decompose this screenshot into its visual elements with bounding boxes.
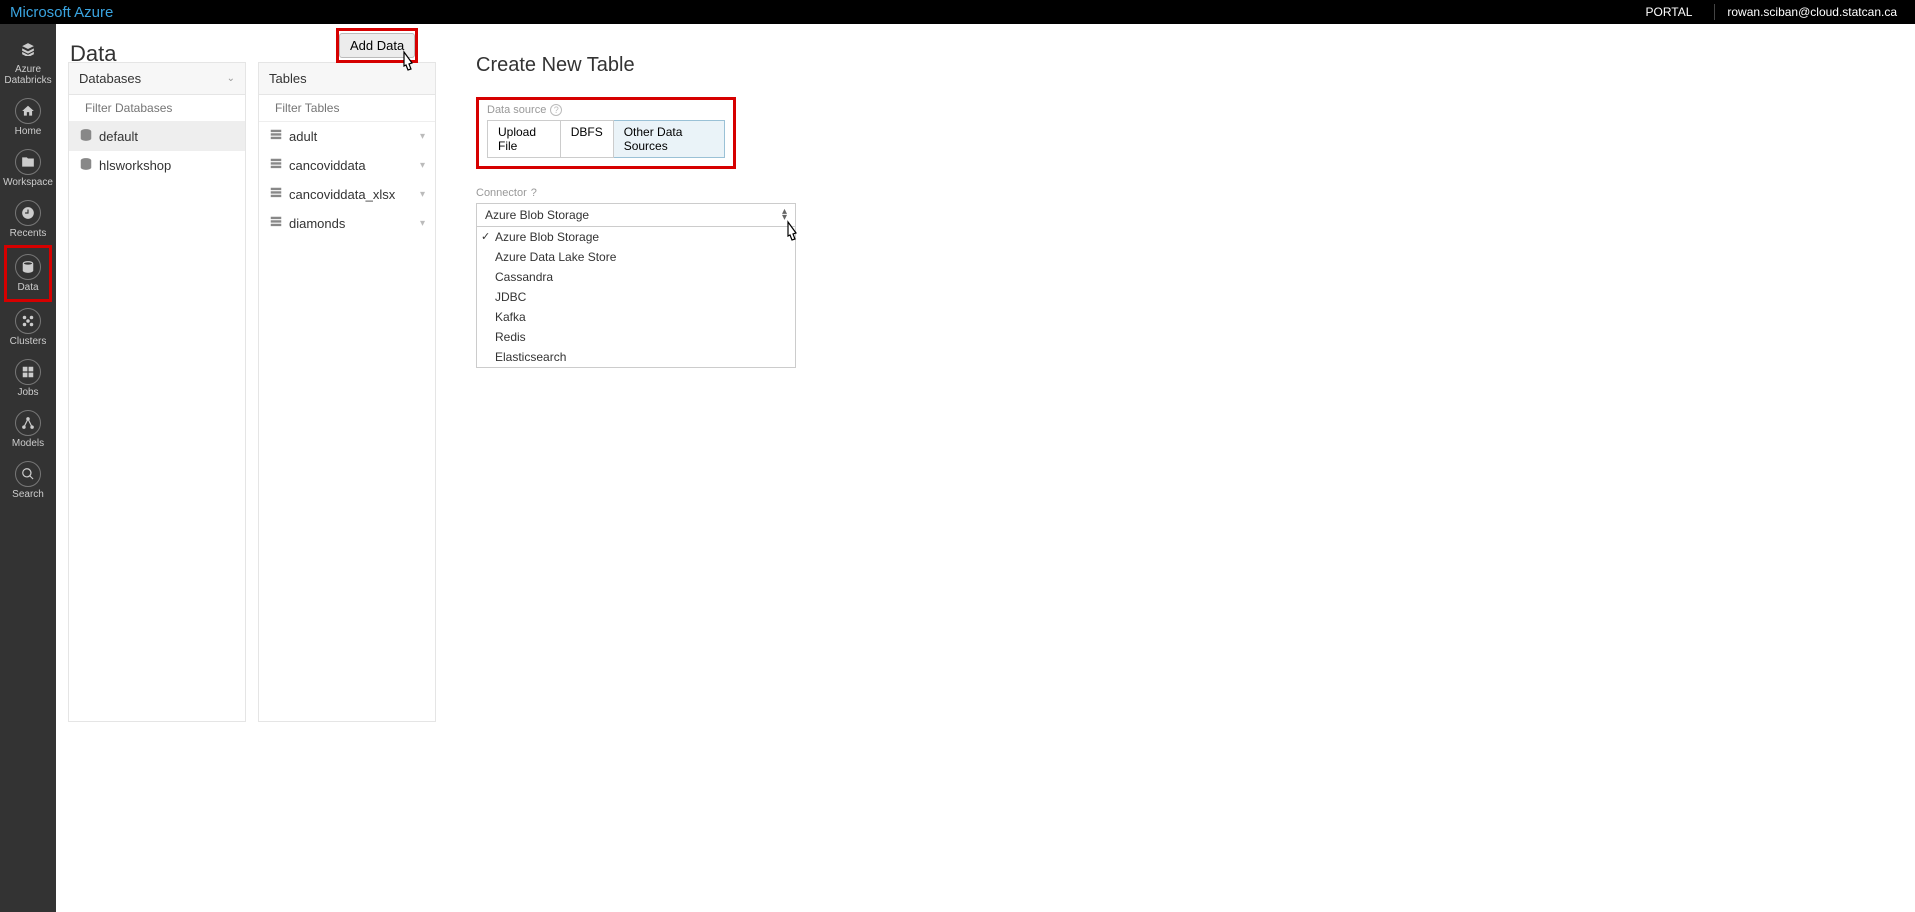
- connector-option[interactable]: Redis: [477, 327, 795, 347]
- tab-dbfs[interactable]: DBFS: [561, 120, 614, 158]
- databases-filter[interactable]: [69, 95, 245, 122]
- nav-label: Models: [12, 438, 44, 449]
- table-icon: [269, 215, 283, 232]
- left-nav: Azure Databricks Home Workspace Recents …: [0, 24, 56, 912]
- database-name: hlsworkshop: [99, 158, 171, 173]
- connector-select[interactable]: Azure Blob Storage ▴▾: [476, 203, 796, 227]
- table-name: adult: [289, 129, 317, 144]
- nav-label: Home: [15, 126, 42, 137]
- data-source-label: Data source ?: [487, 104, 725, 116]
- table-name: diamonds: [289, 216, 345, 231]
- chevron-down-icon[interactable]: ▾: [420, 189, 425, 200]
- connector-option[interactable]: JDBC: [477, 287, 795, 307]
- separator: [1714, 4, 1715, 20]
- nav-label: Workspace: [3, 177, 53, 188]
- nav-label: Data: [17, 282, 38, 293]
- nav-search[interactable]: Search: [4, 455, 52, 506]
- tables-filter-input[interactable]: [275, 101, 430, 115]
- table-name: cancoviddata_xlsx: [289, 187, 395, 202]
- connector-option[interactable]: Azure Data Lake Store: [477, 247, 795, 267]
- page-title: Data: [70, 41, 116, 67]
- database-icon: [15, 254, 41, 280]
- clock-icon: [15, 200, 41, 226]
- databases-filter-input[interactable]: [85, 101, 240, 115]
- connector-option[interactable]: Kafka: [477, 307, 795, 327]
- tables-filter[interactable]: [259, 95, 435, 122]
- help-icon[interactable]: ?: [531, 187, 537, 199]
- add-data-highlight: Add Data: [336, 28, 418, 63]
- nav-clusters[interactable]: Clusters: [4, 302, 52, 353]
- nav-label: Azure Databricks: [4, 64, 52, 86]
- database-icon: [79, 157, 93, 174]
- nav-jobs[interactable]: Jobs: [4, 353, 52, 404]
- nav-workspace[interactable]: Workspace: [4, 143, 52, 194]
- table-row[interactable]: adult ▾: [259, 122, 435, 151]
- database-name: default: [99, 129, 138, 144]
- nav-home[interactable]: Home: [4, 92, 52, 143]
- database-row[interactable]: hlsworkshop: [69, 151, 245, 180]
- table-row[interactable]: diamonds ▾: [259, 209, 435, 238]
- nav-label: Recents: [10, 228, 47, 239]
- connector-dropdown: Azure Blob Storage Azure Data Lake Store…: [476, 227, 796, 368]
- data-source-tabs: Upload File DBFS Other Data Sources: [487, 120, 725, 158]
- data-source-highlight: Data source ? Upload File DBFS Other Dat…: [476, 97, 736, 169]
- connector-option[interactable]: Cassandra: [477, 267, 795, 287]
- chevron-down-icon[interactable]: ▾: [420, 218, 425, 229]
- grid-icon: [15, 359, 41, 385]
- cluster-icon: [15, 308, 41, 334]
- connector-selected-value: Azure Blob Storage: [485, 208, 589, 222]
- table-icon: [269, 186, 283, 203]
- databases-panel: Databases ⌄ default hlsworkshop: [68, 62, 246, 722]
- search-icon: [15, 461, 41, 487]
- database-icon: [79, 128, 93, 145]
- tab-other-data-sources[interactable]: Other Data Sources: [614, 120, 725, 158]
- tables-panel: Tables adult ▾ cancoviddata ▾ cancovidda…: [258, 62, 436, 722]
- table-row[interactable]: cancoviddata ▾: [259, 151, 435, 180]
- table-row[interactable]: cancoviddata_xlsx ▾: [259, 180, 435, 209]
- nav-data[interactable]: Data: [4, 245, 52, 302]
- page-title-row: Data Add Data: [56, 24, 1915, 84]
- folder-icon: [15, 149, 41, 175]
- top-bar: Microsoft Azure PORTAL rowan.sciban@clou…: [0, 0, 1915, 24]
- main-area: Data Add Data Databases ⌄ default: [56, 24, 1915, 912]
- tab-upload-file[interactable]: Upload File: [487, 120, 561, 158]
- right-content: Create New Table Data source ? Upload Fi…: [436, 24, 1915, 912]
- nav-label: Jobs: [17, 387, 38, 398]
- connector-option[interactable]: Elasticsearch: [477, 347, 795, 367]
- database-row[interactable]: default: [69, 122, 245, 151]
- chevron-down-icon[interactable]: ▾: [420, 160, 425, 171]
- add-data-button[interactable]: Add Data: [339, 33, 415, 58]
- chevron-down-icon[interactable]: ▾: [420, 131, 425, 142]
- nav-label: Clusters: [10, 336, 47, 347]
- nav-label: Search: [12, 489, 44, 500]
- nav-models[interactable]: Models: [4, 404, 52, 455]
- user-email[interactable]: rowan.sciban@cloud.statcan.ca: [1719, 5, 1905, 19]
- home-icon: [15, 98, 41, 124]
- connector-label: Connector ?: [476, 187, 1875, 199]
- table-name: cancoviddata: [289, 158, 366, 173]
- table-icon: [269, 128, 283, 145]
- graph-icon: [15, 410, 41, 436]
- table-icon: [269, 157, 283, 174]
- layers-icon: [15, 36, 41, 62]
- nav-azure-databricks[interactable]: Azure Databricks: [4, 30, 52, 92]
- connector-block: Connector ? Azure Blob Storage ▴▾ Azure …: [476, 187, 1875, 368]
- portal-link[interactable]: PORTAL: [1637, 5, 1700, 19]
- help-icon[interactable]: ?: [550, 104, 562, 116]
- brand-label[interactable]: Microsoft Azure: [10, 4, 113, 21]
- nav-recents[interactable]: Recents: [4, 194, 52, 245]
- updown-icon: ▴▾: [782, 209, 787, 221]
- connector-option[interactable]: Azure Blob Storage: [477, 227, 795, 247]
